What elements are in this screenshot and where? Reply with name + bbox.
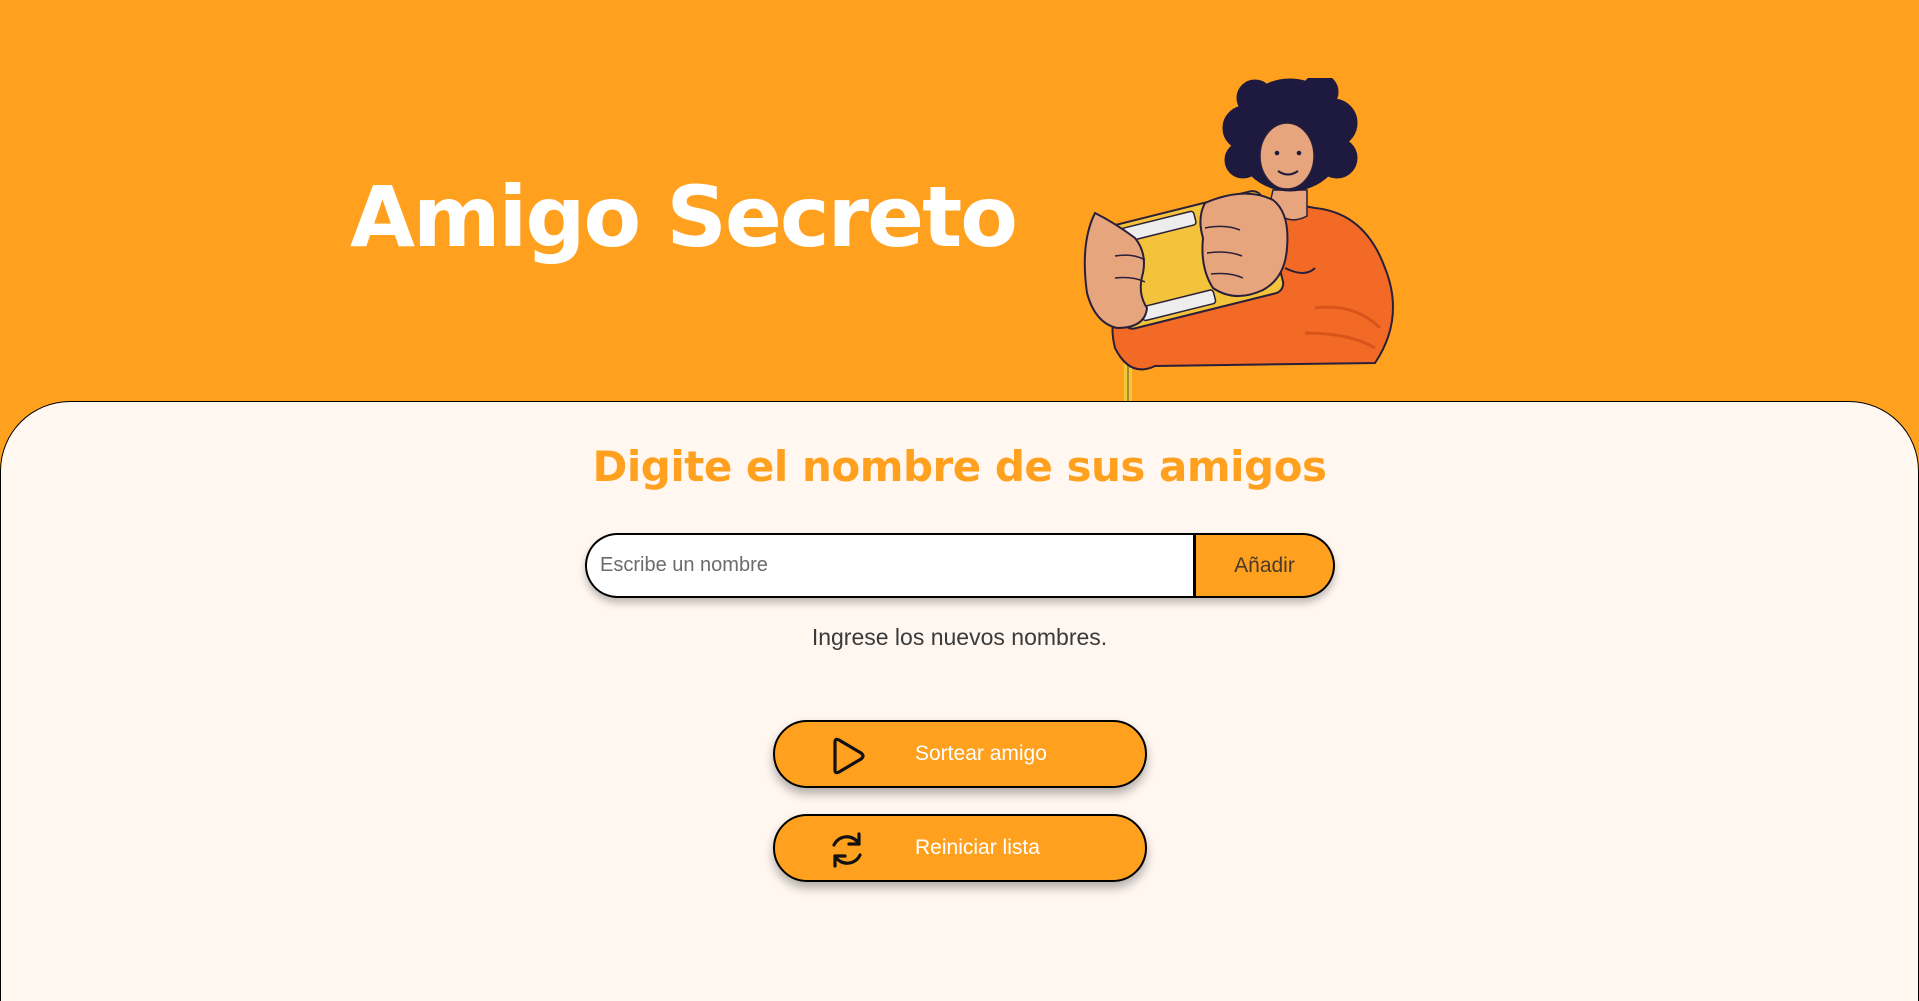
friend-name-input[interactable] <box>585 533 1196 598</box>
main-content-panel <box>0 401 1919 1001</box>
add-button[interactable]: Añadir <box>1196 533 1335 598</box>
section-subtitle: Digite el nombre de sus amigos <box>592 442 1327 491</box>
person-with-gamepad-illustration <box>1083 78 1394 402</box>
play-icon <box>833 737 865 775</box>
draw-friend-button[interactable]: Sortear amigo <box>773 720 1147 788</box>
draw-friend-label: Sortear amigo <box>915 742 1047 765</box>
reset-list-button[interactable]: Reiniciar lista <box>773 814 1147 882</box>
status-hint-text: Ingrese los nuevos nombres. <box>811 624 1108 650</box>
reset-list-label: Reiniciar lista <box>915 836 1040 859</box>
header-banner: Amigo Secreto <box>0 0 1919 402</box>
add-friend-form: Añadir <box>585 533 1335 598</box>
refresh-icon <box>832 832 862 868</box>
page-title: Amigo Secreto <box>350 168 1018 266</box>
